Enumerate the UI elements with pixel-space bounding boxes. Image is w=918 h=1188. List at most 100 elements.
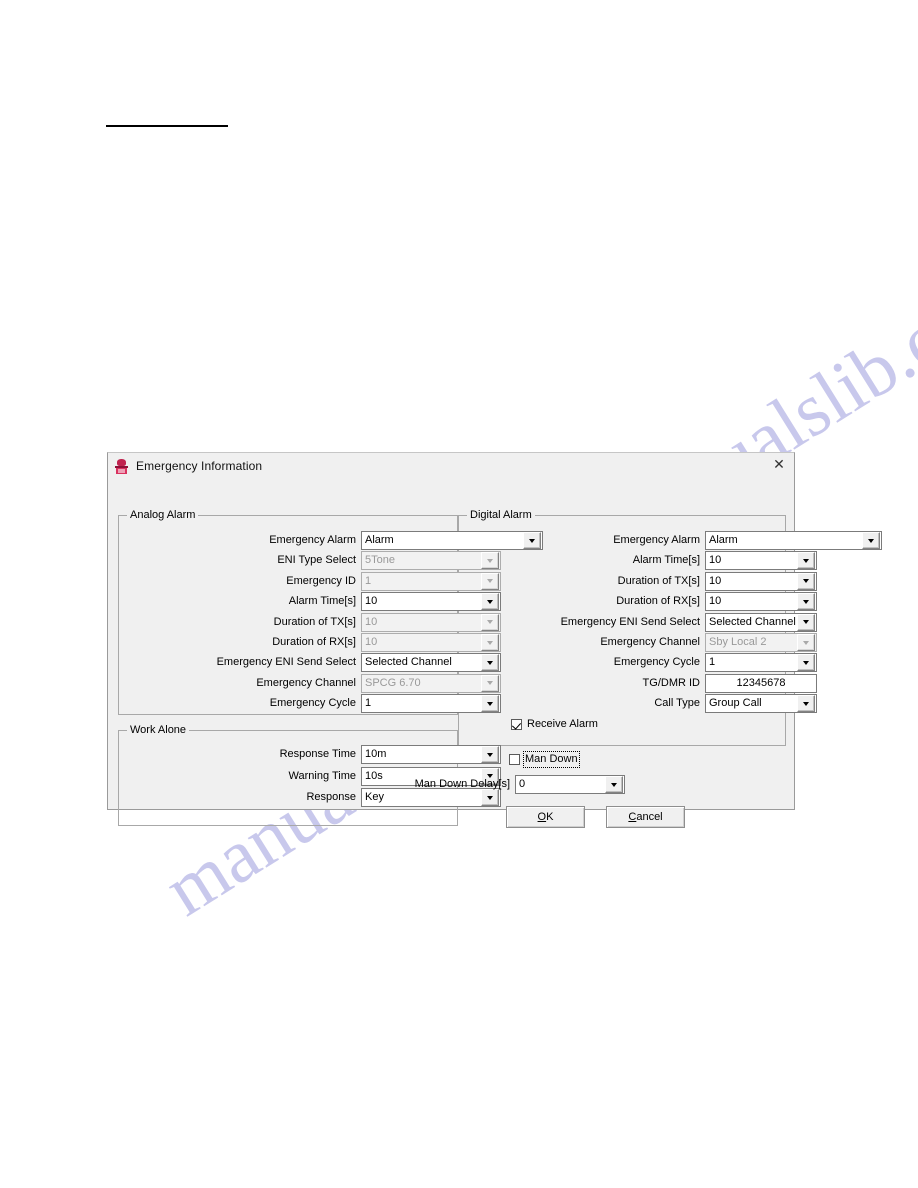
- analog-combo-value: 1: [365, 697, 372, 710]
- digital-combo[interactable]: 10: [705, 551, 817, 571]
- chevron-down-icon[interactable]: [605, 776, 623, 793]
- chevron-down-icon: [481, 674, 499, 692]
- analog-combo-value: Selected Channel: [365, 656, 452, 669]
- man-down-label: Man Down: [523, 751, 580, 768]
- analog-combo[interactable]: Alarm: [361, 531, 543, 550]
- digital-label: Emergency Channel: [600, 636, 700, 648]
- dialog-titlebar: Emergency Information ✕: [108, 453, 794, 479]
- digital-row: Duration of TX[s] 10: [532, 571, 817, 591]
- analog-combo-value: 10: [365, 615, 378, 628]
- analog-combo-value: 10: [365, 595, 378, 608]
- dialog-title: Emergency Information: [136, 459, 263, 473]
- close-icon[interactable]: ✕: [768, 455, 790, 475]
- digital-row: Call Type Group Call: [532, 694, 817, 714]
- digital-combo[interactable]: 1: [705, 653, 817, 673]
- analog-combo: 1: [361, 571, 501, 591]
- analog-label: Duration of RX[s]: [272, 636, 356, 648]
- chevron-down-icon[interactable]: [797, 613, 815, 631]
- digital-combo[interactable]: 10: [705, 592, 817, 612]
- chevron-down-icon: [481, 634, 499, 651]
- analog-combo-value: SPCG 6.70: [365, 676, 421, 689]
- man-down-delay-label: Man Down Delay[s]: [414, 778, 510, 790]
- digital-text-input[interactable]: 12345678: [705, 673, 817, 693]
- receive-alarm-checkbox-row[interactable]: Receive Alarm: [511, 717, 598, 732]
- digital-row: Duration of RX[s] 10: [532, 592, 817, 612]
- digital-row: Alarm Time[s] 10: [532, 551, 817, 571]
- analog-label: ENI Type Select: [277, 554, 356, 567]
- analog-combo: SPCG 6.70: [361, 673, 501, 693]
- app-icon: [114, 458, 129, 474]
- work-alone-label: Response Time: [279, 748, 356, 760]
- digital-label: Emergency Cycle: [613, 656, 700, 669]
- digital-alarm-group-title: Digital Alarm: [467, 509, 535, 521]
- analog-combo-value: 10: [365, 636, 378, 648]
- receive-alarm-checkbox[interactable]: [511, 719, 522, 730]
- analog-combo[interactable]: 1: [361, 694, 501, 714]
- chevron-down-icon[interactable]: [797, 654, 815, 672]
- ok-button-label: K: [546, 811, 554, 823]
- work-alone-combo-value: 10m: [365, 748, 387, 760]
- digital-combo-value: Sby Local 2: [709, 636, 767, 648]
- man-down-delay-combo[interactable]: 0: [515, 775, 625, 794]
- digital-row: TG/DMR ID 12345678: [532, 673, 817, 693]
- analog-combo[interactable]: Selected Channel: [361, 653, 501, 673]
- analog-combo: 10: [361, 612, 501, 632]
- analog-combo[interactable]: 10: [361, 592, 501, 612]
- work-alone-row: Response Time 10m: [206, 745, 501, 764]
- digital-label: Emergency Alarm: [613, 534, 700, 546]
- analog-row: Alarm Time[s] 10: [206, 592, 501, 612]
- chevron-down-icon[interactable]: [481, 593, 499, 611]
- chevron-down-icon[interactable]: [481, 746, 499, 763]
- man-down-delay-value: 0: [519, 778, 526, 790]
- chevron-down-icon[interactable]: [797, 552, 815, 570]
- analog-row: Duration of TX[s] 10: [206, 612, 501, 632]
- chevron-down-icon[interactable]: [797, 572, 815, 590]
- analog-row: Emergency Channel SPCG 6.70: [206, 673, 501, 693]
- analog-label: Duration of TX[s]: [273, 615, 356, 628]
- analog-label: Emergency ID: [286, 574, 356, 587]
- chevron-down-icon: [481, 613, 499, 631]
- chevron-down-icon[interactable]: [862, 532, 880, 549]
- analog-row: Duration of RX[s] 10: [206, 633, 501, 652]
- analog-label: Emergency Cycle: [269, 697, 356, 710]
- digital-combo-value: 10: [709, 574, 722, 587]
- chevron-down-icon[interactable]: [481, 695, 499, 713]
- dialog-body: Analog Alarm Work Alone Digital Alarm Em…: [108, 479, 882, 828]
- digital-row: Emergency ENI Send Select Selected Channe…: [532, 612, 817, 632]
- receive-alarm-label: Receive Alarm: [527, 718, 598, 730]
- digital-combo[interactable]: Alarm: [705, 531, 882, 550]
- analog-label: Emergency ENI Send Select: [216, 656, 356, 669]
- emergency-information-dialog: Emergency Information ✕ Analog Alarm Wor…: [107, 452, 882, 828]
- analog-alarm-group-title: Analog Alarm: [127, 509, 199, 521]
- digital-combo-value: 10: [709, 554, 722, 567]
- digital-combo[interactable]: Group Call: [705, 694, 817, 714]
- work-alone-label: Warning Time: [288, 769, 356, 782]
- digital-label: Alarm Time[s]: [632, 554, 700, 567]
- man-down-checkbox-row[interactable]: Man Down: [509, 751, 580, 768]
- chevron-down-icon[interactable]: [797, 593, 815, 611]
- digital-combo-value: 1: [709, 656, 716, 669]
- analog-label: Emergency Channel: [256, 676, 356, 689]
- digital-row: Emergency Cycle 1: [532, 653, 817, 673]
- digital-row: Emergency Alarm Alarm: [532, 531, 882, 550]
- digital-combo[interactable]: 10: [705, 571, 817, 591]
- digital-label: Emergency ENI Send Select: [560, 615, 700, 628]
- page-horizontal-rule: [106, 125, 228, 127]
- analog-combo-value: 5Tone: [365, 554, 395, 567]
- analog-combo-value: 1: [365, 574, 372, 587]
- analog-combo-value: Alarm: [365, 534, 394, 546]
- ok-button[interactable]: OK: [506, 806, 585, 828]
- man-down-checkbox[interactable]: [509, 754, 520, 765]
- chevron-down-icon[interactable]: [481, 654, 499, 672]
- work-alone-combo[interactable]: 10m: [361, 745, 501, 764]
- analog-combo: 10: [361, 633, 501, 652]
- chevron-down-icon[interactable]: [797, 695, 815, 713]
- digital-combo: Sby Local 2: [705, 633, 817, 652]
- analog-label: Emergency Alarm: [269, 534, 356, 546]
- digital-combo-value: 10: [709, 595, 722, 608]
- cancel-button[interactable]: Cancel: [606, 806, 685, 828]
- chevron-down-icon: [481, 572, 499, 590]
- digital-label: Call Type: [654, 697, 700, 710]
- analog-row: Emergency Cycle 1: [206, 694, 501, 714]
- digital-combo[interactable]: Selected Channel: [705, 612, 817, 632]
